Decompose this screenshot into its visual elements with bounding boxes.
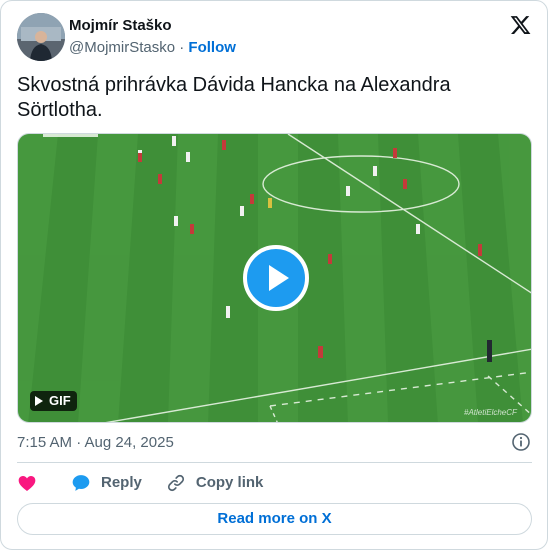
play-button[interactable]	[243, 245, 309, 311]
x-logo-icon[interactable]	[509, 14, 532, 36]
tweet-timestamp[interactable]: 7:15 AM · Aug 24, 2025	[17, 433, 174, 453]
handle-separator: ·	[179, 39, 185, 56]
author-handle[interactable]: @MojmirStasko	[69, 39, 175, 56]
action-bar: Reply Copy link	[17, 472, 263, 494]
gif-badge[interactable]: GIF	[30, 391, 77, 411]
copy-link-button[interactable]: Copy link	[166, 473, 264, 493]
play-icon	[269, 265, 289, 291]
reply-bubble-icon	[72, 475, 90, 491]
like-button[interactable]	[17, 473, 37, 493]
avatar[interactable]	[17, 13, 65, 61]
small-play-icon	[35, 396, 43, 406]
author-name[interactable]: Mojmír Staško	[69, 16, 236, 36]
heart-icon	[18, 476, 36, 491]
reply-button[interactable]: Reply	[71, 473, 142, 493]
copy-link-label: Copy link	[195, 474, 264, 491]
divider	[17, 462, 532, 463]
video-watermark: #AtletiElcheCF	[464, 408, 517, 417]
gif-label: GIF	[49, 393, 71, 408]
reply-label: Reply	[101, 474, 142, 491]
info-icon[interactable]	[511, 432, 531, 452]
link-icon	[167, 474, 184, 492]
avatar-image	[17, 13, 65, 61]
tweet-text: Skvostná prihrávka Dávida Hancka na Alex…	[17, 74, 451, 121]
follow-button[interactable]: Follow	[188, 39, 236, 56]
author-handle-line: @MojmirStasko · Follow	[69, 38, 236, 58]
read-more-button[interactable]: Read more on X	[17, 503, 532, 535]
author-block: Mojmír Staško @MojmirStasko · Follow	[69, 16, 236, 58]
